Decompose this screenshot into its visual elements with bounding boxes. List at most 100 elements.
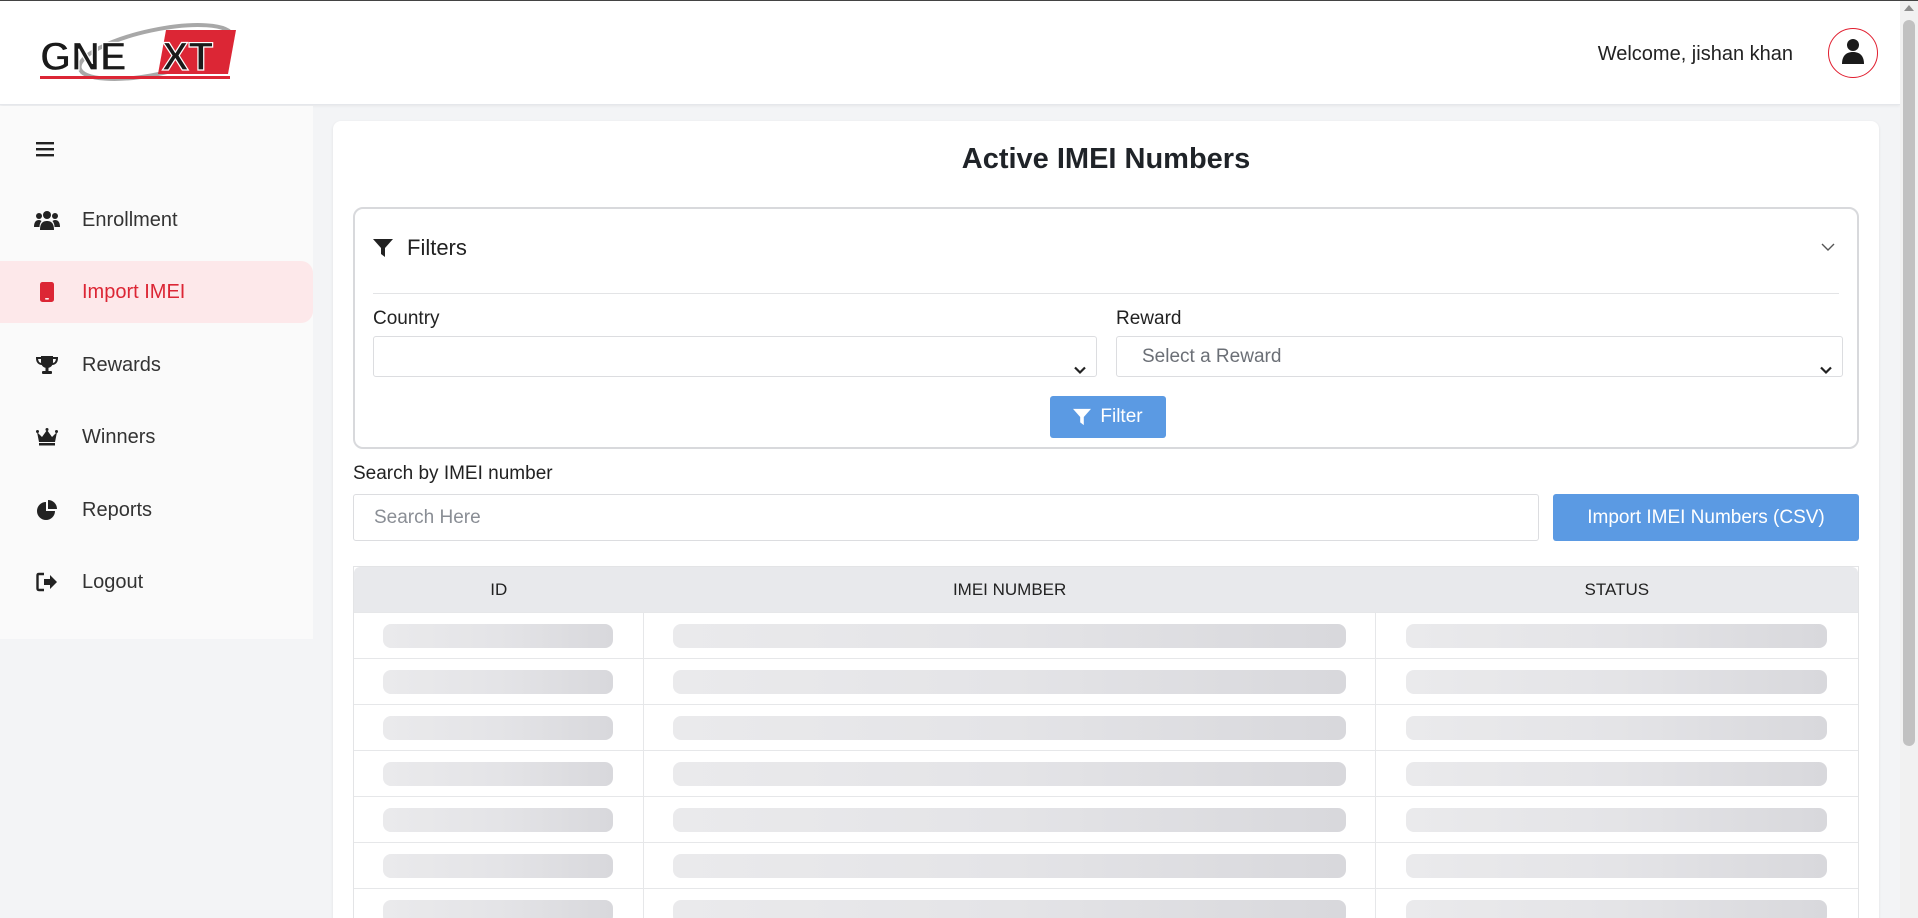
scrollbar-thumb[interactable] <box>1903 20 1915 746</box>
table-cell <box>1376 705 1858 750</box>
sidebar-item-import-imei[interactable]: Import IMEI <box>0 261 313 323</box>
sidebar-item-logout[interactable]: Logout <box>0 551 313 613</box>
skeleton-placeholder <box>672 853 1346 878</box>
skeleton-placeholder <box>383 899 614 918</box>
logout-icon <box>34 569 60 595</box>
table-cell <box>1376 889 1858 918</box>
country-label: Country <box>373 308 440 329</box>
column-header-id[interactable]: ID <box>354 567 644 612</box>
divider <box>373 293 1839 294</box>
sidebar-item-rewards[interactable]: Rewards <box>0 334 313 396</box>
skeleton-placeholder <box>383 761 614 786</box>
svg-text:XT: XT <box>162 35 213 79</box>
skeleton-placeholder <box>383 853 614 878</box>
crown-icon <box>34 424 60 450</box>
skeleton-placeholder <box>1406 761 1828 786</box>
chevron-down-icon <box>1820 350 1832 389</box>
skeleton-placeholder <box>1406 899 1828 918</box>
table-row-loading <box>354 658 1858 704</box>
table-cell <box>644 705 1376 750</box>
page-title: Active IMEI Numbers <box>961 143 1251 175</box>
column-header-imei-number[interactable]: IMEI NUMBER <box>644 567 1376 612</box>
skeleton-placeholder <box>672 761 1346 786</box>
reward-label: Reward <box>1116 308 1182 329</box>
imei-table: ID IMEI NUMBER STATUS <box>353 566 1859 918</box>
filters-heading: Filters <box>407 235 467 260</box>
table-row-loading <box>354 750 1858 796</box>
trophy-icon <box>34 352 60 378</box>
search-input[interactable] <box>353 494 1539 541</box>
table-cell <box>354 613 644 658</box>
reward-select-placeholder: Select a Reward <box>1142 346 1282 367</box>
reward-select[interactable]: Select a Reward <box>1116 336 1843 377</box>
table-cell <box>354 889 644 918</box>
chevron-down-icon[interactable] <box>1821 239 1835 257</box>
main-card: Active IMEI Numbers Filters Country Rewa… <box>333 121 1879 918</box>
table-cell <box>354 843 644 888</box>
filters-panel: Filters Country Reward Select a Reward F… <box>353 207 1859 449</box>
chevron-down-icon <box>1074 350 1086 389</box>
search-label: Search by IMEI number <box>353 463 553 484</box>
table-cell <box>644 613 1376 658</box>
sidebar-item-label: Logout <box>82 570 144 593</box>
skeleton-placeholder <box>672 623 1346 648</box>
mobile-icon <box>34 279 60 305</box>
sidebar-item-label: Rewards <box>82 353 161 376</box>
table-cell <box>1376 843 1858 888</box>
sidebar-item-label: Enrollment <box>82 208 178 231</box>
top-header: GNE XT Welcome, jishan khan <box>0 1 1900 105</box>
table-cell <box>1376 797 1858 842</box>
hamburger-menu-icon[interactable] <box>36 136 54 164</box>
table-cell <box>644 797 1376 842</box>
sidebar-item-reports[interactable]: Reports <box>0 479 313 541</box>
sidebar: Enrollment Import IMEI Rewards Winners R… <box>0 106 313 639</box>
filters-toggle[interactable]: Filters <box>373 235 467 261</box>
user-avatar-button[interactable] <box>1828 28 1878 78</box>
skeleton-placeholder <box>1406 853 1828 878</box>
country-select[interactable] <box>373 336 1097 377</box>
svg-text:GNE: GNE <box>40 35 127 79</box>
table-body <box>354 612 1858 918</box>
table-cell <box>644 751 1376 796</box>
skeleton-placeholder <box>672 899 1346 918</box>
sidebar-item-label: Winners <box>82 425 156 448</box>
skeleton-placeholder <box>383 623 614 648</box>
skeleton-placeholder <box>672 715 1346 740</box>
table-cell <box>354 659 644 704</box>
table-cell <box>1376 613 1858 658</box>
table-cell <box>1376 659 1858 704</box>
table-header: ID IMEI NUMBER STATUS <box>354 567 1858 612</box>
skeleton-placeholder <box>1406 715 1828 740</box>
welcome-text: Welcome, jishan khan <box>1597 43 1793 65</box>
sidebar-item-winners[interactable]: Winners <box>0 406 313 468</box>
sidebar-item-label: Reports <box>82 498 153 521</box>
skeleton-placeholder <box>1406 807 1828 832</box>
table-row-loading <box>354 612 1858 658</box>
pie-chart-icon <box>34 497 60 523</box>
table-row-loading <box>354 796 1858 842</box>
skeleton-placeholder <box>383 669 614 694</box>
filter-icon <box>1073 408 1092 426</box>
table-row-loading <box>354 704 1858 750</box>
scroll-up-arrow-icon[interactable] <box>1904 5 1914 11</box>
filter-button-label: Filter <box>1100 406 1143 427</box>
skeleton-placeholder <box>1406 669 1828 694</box>
table-cell <box>644 659 1376 704</box>
import-csv-button[interactable]: Import IMEI Numbers (CSV) <box>1553 494 1859 541</box>
sidebar-item-label: Import IMEI <box>82 280 186 303</box>
skeleton-placeholder <box>1406 623 1828 648</box>
filter-icon <box>373 238 393 258</box>
sidebar-item-enrollment[interactable]: Enrollment <box>0 189 313 251</box>
table-cell <box>644 889 1376 918</box>
table-cell <box>644 843 1376 888</box>
table-cell <box>354 797 644 842</box>
table-cell <box>354 705 644 750</box>
skeleton-placeholder <box>672 807 1346 832</box>
skeleton-placeholder <box>383 807 614 832</box>
column-header-status[interactable]: STATUS <box>1376 567 1858 612</box>
filter-button[interactable]: Filter <box>1050 396 1166 438</box>
user-icon <box>1841 38 1865 69</box>
table-row-loading <box>354 842 1858 888</box>
page-scrollbar[interactable] <box>1900 1 1918 918</box>
gnext-logo[interactable]: GNE XT <box>38 18 238 88</box>
